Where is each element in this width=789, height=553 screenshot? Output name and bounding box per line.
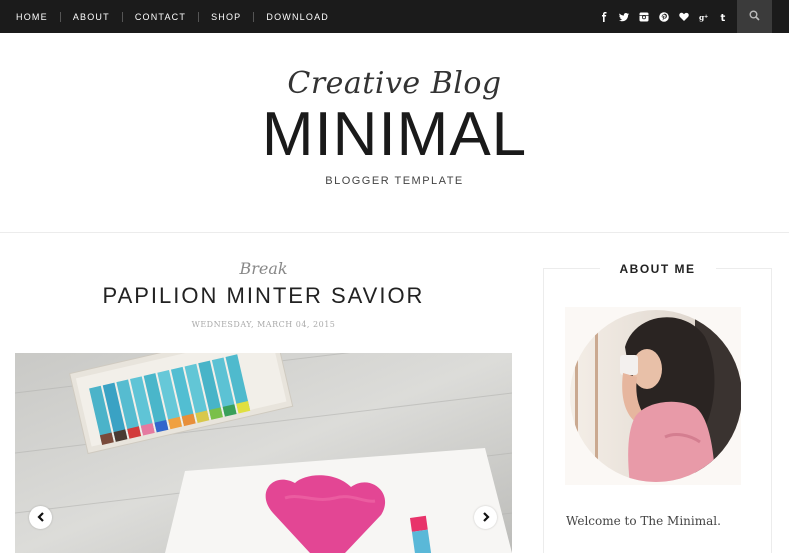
- chevron-left-icon: [36, 509, 45, 527]
- chevron-right-icon: [482, 509, 490, 527]
- about-text: Welcome to The Minimal.: [566, 514, 721, 528]
- svg-text:t: t: [720, 13, 725, 22]
- widget-title: ABOUT ME: [619, 262, 696, 276]
- nav-divider: [253, 11, 255, 22]
- nav-divider: [121, 11, 123, 22]
- slider-next-button[interactable]: [474, 506, 497, 529]
- google-plus-icon[interactable]: g +: [698, 11, 709, 22]
- post-title[interactable]: PAPILION MINTER SAVIOR: [15, 283, 512, 309]
- main-nav: HOME ABOUT CONTACT SHOP DOWNLOAD: [0, 0, 329, 33]
- nav-divider: [59, 11, 61, 22]
- nav-about[interactable]: ABOUT: [73, 12, 110, 22]
- post-category[interactable]: Break: [15, 259, 512, 278]
- heart-icon[interactable]: [678, 11, 689, 22]
- search-icon: [749, 8, 760, 26]
- nav-divider: [198, 11, 200, 22]
- nav-download[interactable]: DOWNLOAD: [266, 12, 329, 22]
- site-header: Creative Blog MINIMAL BLOGGER TEMPLATE: [0, 33, 789, 233]
- site-title[interactable]: MINIMAL: [0, 95, 789, 175]
- twitter-icon[interactable]: [618, 11, 629, 22]
- facebook-icon[interactable]: [598, 11, 609, 22]
- woman-portrait-photo: [565, 307, 742, 485]
- instagram-icon[interactable]: [638, 11, 649, 22]
- search-button[interactable]: [737, 0, 772, 33]
- site-subtitle: BLOGGER TEMPLATE: [325, 175, 464, 187]
- tumblr-icon[interactable]: t: [718, 11, 729, 22]
- crayons-heart-photo: [15, 353, 512, 553]
- top-bar: HOME ABOUT CONTACT SHOP DOWNLOAD g + t: [0, 0, 789, 33]
- post-date: WEDNESDAY, MARCH 04, 2015: [191, 320, 336, 329]
- pinterest-icon[interactable]: [658, 11, 669, 22]
- about-avatar: [565, 307, 742, 485]
- nav-contact[interactable]: CONTACT: [135, 12, 186, 22]
- nav-home[interactable]: HOME: [16, 12, 48, 22]
- post-featured-image[interactable]: [15, 353, 512, 553]
- svg-text:+: +: [704, 13, 708, 19]
- nav-shop[interactable]: SHOP: [211, 12, 241, 22]
- social-links: g + t: [598, 0, 729, 33]
- slider-prev-button[interactable]: [29, 506, 52, 529]
